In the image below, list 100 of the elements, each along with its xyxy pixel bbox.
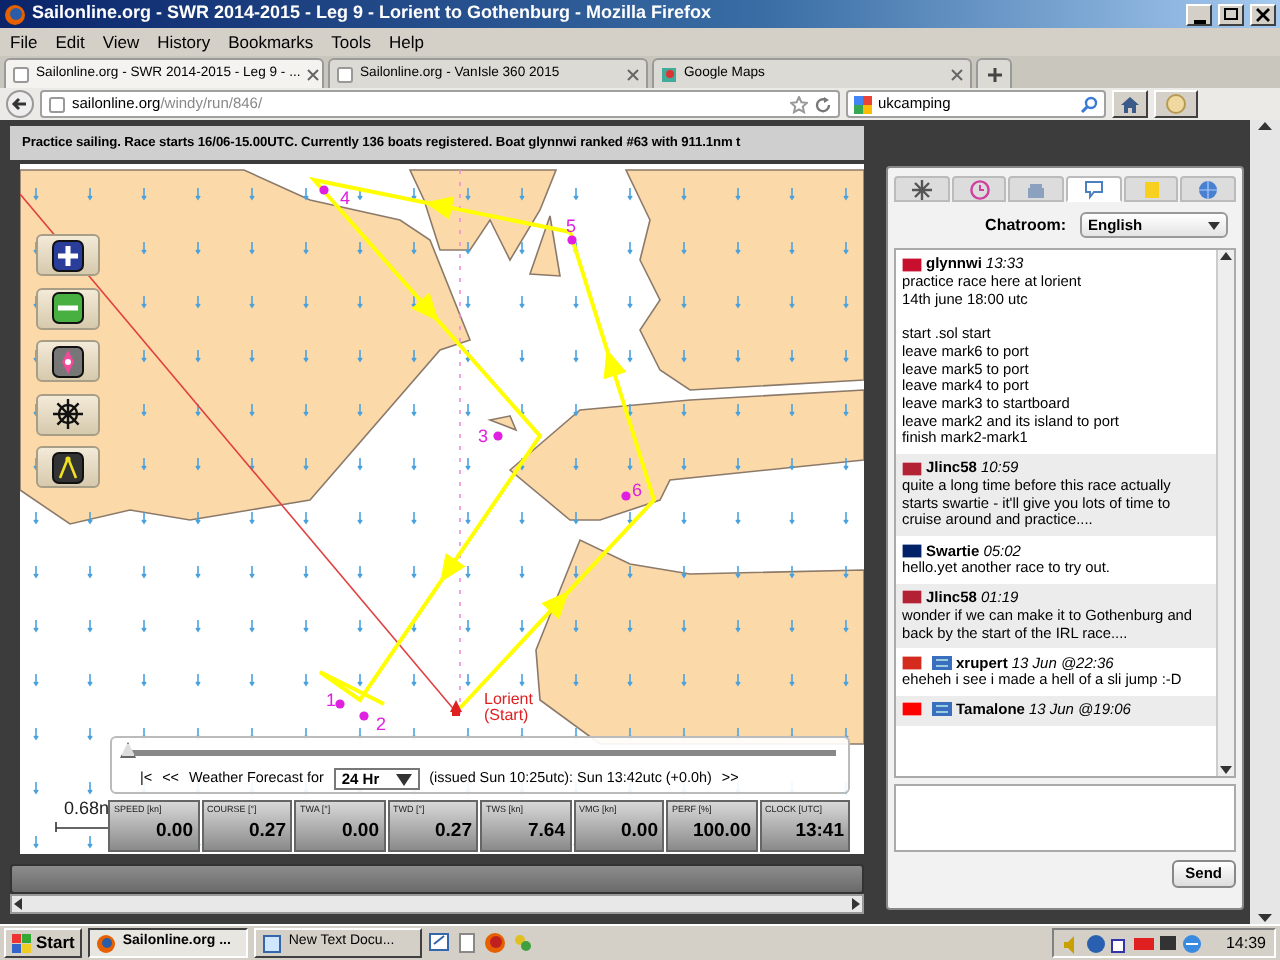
back-icon[interactable]	[6, 90, 34, 118]
minimize-button[interactable]	[1186, 3, 1212, 25]
wind-arrow-icon	[141, 241, 147, 255]
message-input[interactable]	[894, 784, 1236, 852]
wind-arrow-icon	[411, 349, 417, 363]
mark-dot[interactable]	[621, 491, 631, 501]
mark-label: 2	[376, 714, 387, 734]
wheel-button[interactable]	[36, 393, 100, 435]
close-icon[interactable]	[950, 67, 964, 81]
mark-dot[interactable]	[319, 185, 329, 195]
monitor-icon[interactable]	[1157, 933, 1178, 953]
wind-arrow-icon	[789, 349, 795, 363]
wind-arrow-icon	[303, 619, 309, 633]
panel-tab[interactable]	[951, 176, 1007, 202]
close-icon[interactable]	[626, 67, 640, 81]
wind-arrow-icon	[789, 511, 795, 525]
wind-arrow-icon	[141, 565, 147, 579]
zoom-out-button[interactable]	[36, 287, 100, 329]
measure-button[interactable]	[36, 446, 100, 488]
wind-arrow-icon	[411, 403, 417, 417]
wind-arrow-icon	[411, 187, 417, 201]
star-icon[interactable]	[790, 95, 808, 113]
panel-tab[interactable]	[1066, 176, 1122, 202]
mark-label: 3	[478, 426, 489, 446]
zoom-in-button[interactable]	[36, 234, 100, 276]
wind-arrow-icon	[249, 457, 255, 471]
wind-arrow-icon	[573, 511, 579, 525]
wind-arrow-icon	[249, 403, 255, 417]
wind-arrow-icon	[87, 727, 93, 741]
home-button[interactable]	[1112, 90, 1148, 118]
wind-arrow-icon	[519, 565, 525, 579]
menu-item[interactable]: Help	[388, 29, 424, 55]
page-icon	[336, 65, 354, 83]
wind-arrow-icon	[33, 727, 39, 741]
wind-arrow-icon	[249, 511, 255, 525]
wind-arrow-icon	[465, 457, 471, 471]
menu-item[interactable]: Edit	[55, 29, 85, 55]
wind-arrow-icon	[141, 511, 147, 525]
mark-dot[interactable]	[493, 431, 503, 441]
wind-arrow-icon	[357, 187, 363, 201]
face-icon	[1166, 94, 1186, 114]
network-icon[interactable]	[1109, 933, 1130, 953]
page-scrollbar[interactable]	[1250, 120, 1280, 924]
wind-arrow-icon	[627, 295, 633, 309]
wind-arrow-icon	[249, 619, 255, 633]
menu-item[interactable]: View	[102, 29, 140, 55]
wind-arrow-icon	[465, 187, 471, 201]
wind-arrow-icon	[627, 565, 633, 579]
clock-text: 14:39	[1225, 931, 1266, 955]
horizontal-scrollbar[interactable]	[10, 894, 864, 914]
instrument-value: 0.27	[433, 817, 472, 844]
caret-icon	[395, 773, 412, 785]
wind-arrow-icon	[843, 295, 849, 309]
wind-arrow-icon	[681, 241, 687, 255]
menu-item[interactable]: File	[10, 29, 38, 55]
scale-label: 0.68n	[64, 798, 110, 818]
slider-thumb[interactable]	[120, 742, 136, 758]
wind-arrow-icon	[411, 241, 417, 255]
map-view[interactable]	[20, 164, 864, 854]
menu-item[interactable]: Bookmarks	[228, 29, 314, 55]
search-icon[interactable]	[1080, 95, 1098, 113]
windows-logo-icon	[12, 933, 32, 953]
menu-item[interactable]: Tools	[331, 29, 371, 55]
firefox-icon[interactable]	[484, 932, 507, 954]
document-icon[interactable]	[456, 932, 479, 954]
vertical-scrollbar[interactable]	[1216, 250, 1234, 776]
wind-arrow-icon	[465, 295, 471, 309]
wind-arrow-icon	[411, 511, 417, 525]
people-icon[interactable]	[512, 932, 535, 954]
close-icon[interactable]	[306, 67, 321, 81]
start-button[interactable]: Start	[4, 928, 83, 958]
speech-bubble-icon	[1083, 179, 1104, 199]
wind-arrow-icon	[411, 619, 417, 633]
wind-arrow-icon	[843, 187, 849, 201]
panel-tab[interactable]	[1180, 176, 1237, 202]
desktop-icon[interactable]	[428, 932, 451, 954]
persona-button[interactable]	[1154, 90, 1198, 118]
wind-arrow-icon	[681, 295, 687, 309]
close-button[interactable]	[1250, 3, 1276, 25]
mark-dot[interactable]	[359, 711, 369, 721]
wind-arrow-icon	[519, 187, 525, 201]
wind-arrow-icon	[681, 403, 687, 417]
wind-arrow-icon	[87, 781, 93, 795]
panel-tab[interactable]	[894, 176, 950, 202]
wind-arrow-icon	[627, 403, 633, 417]
restore-button[interactable]	[1218, 3, 1244, 25]
plus-icon	[985, 65, 1003, 83]
sync-icon[interactable]	[1181, 933, 1202, 953]
wind-arrow-icon	[411, 673, 417, 687]
boat-icon[interactable]	[450, 700, 462, 716]
wind-arrow-icon	[627, 673, 633, 687]
locate-button[interactable]	[36, 340, 100, 382]
wind-arrow-icon	[87, 511, 93, 525]
mark-dot[interactable]	[567, 235, 577, 245]
menu-item[interactable]: History	[157, 29, 211, 55]
reload-icon[interactable]	[814, 95, 832, 113]
globe-icon[interactable]	[1085, 933, 1106, 953]
mark-dot[interactable]	[335, 699, 345, 709]
new-tab-button[interactable]	[976, 58, 1012, 88]
chatroom-label: Chatroom:	[985, 213, 1066, 237]
